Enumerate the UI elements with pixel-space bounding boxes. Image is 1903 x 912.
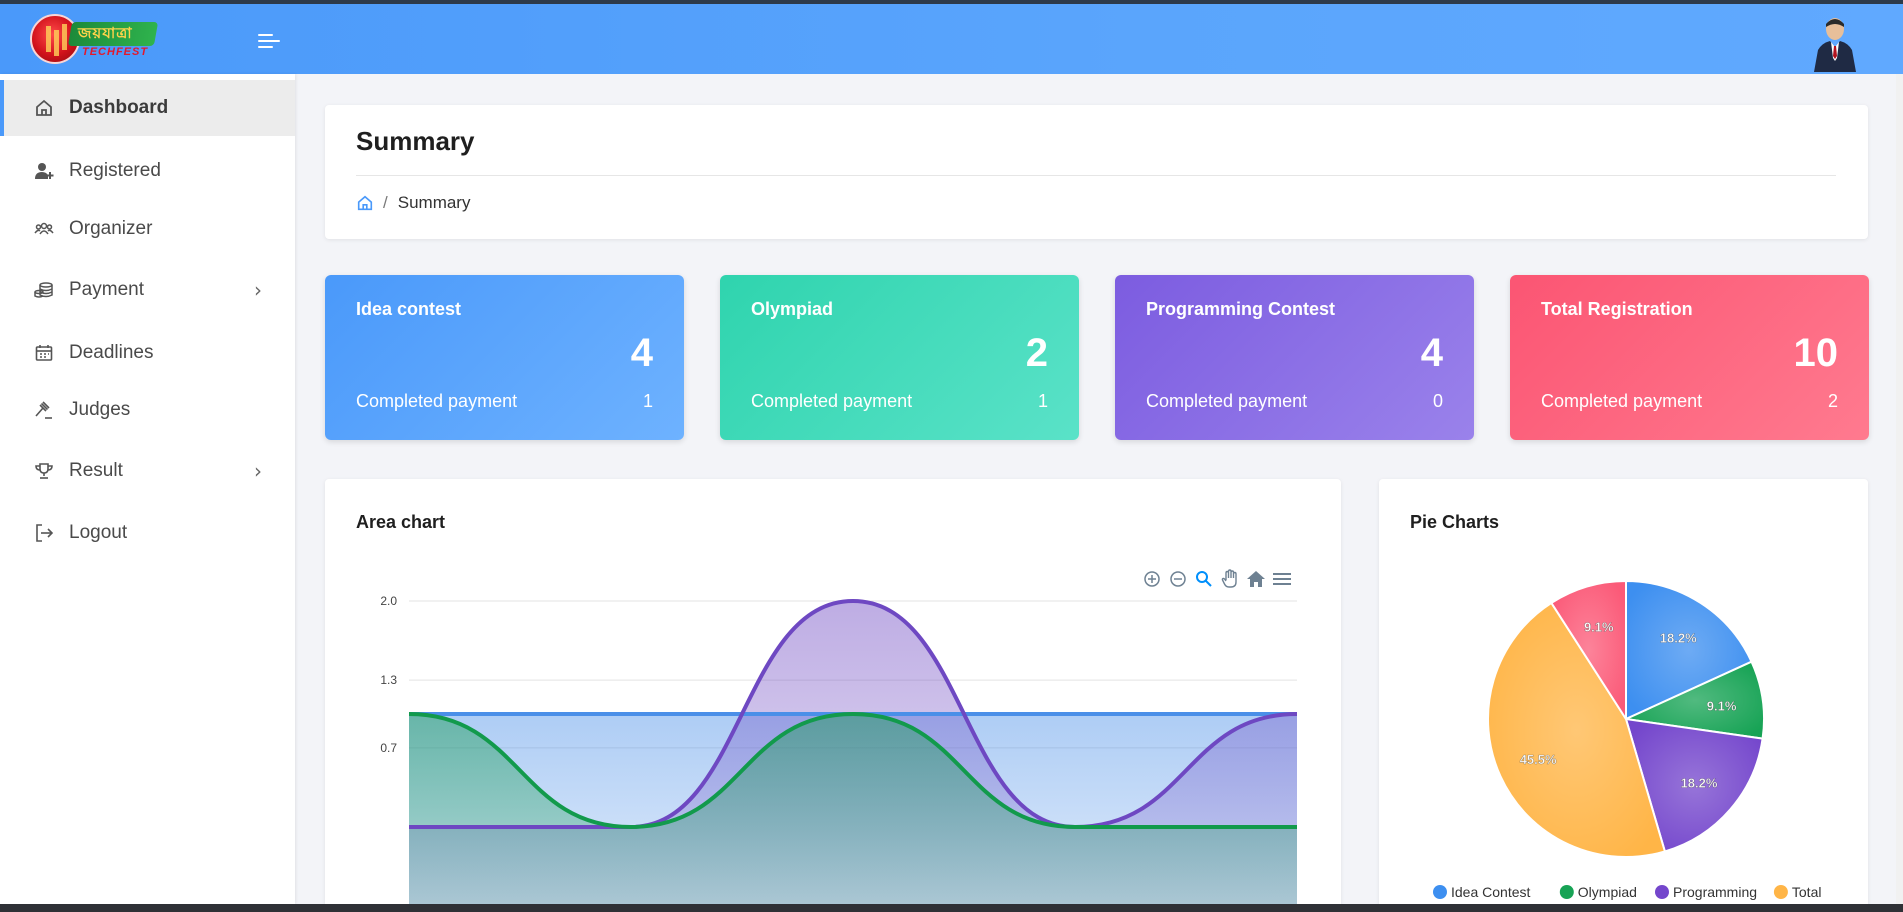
stat-card-total-registration[interactable]: Total Registration 10 Completed payment … [1510,275,1869,440]
sidebar-item-payment[interactable]: Payment › [0,262,295,318]
legend-label: Programming [1673,884,1757,900]
stat-count: 2 [1025,331,1048,375]
coins-icon [34,280,54,300]
pie-chart-card: Pie Charts 18.2% 9.1% 18.2% 45.5% 9.1% Idea C… [1379,479,1868,912]
page-title: Summary [356,126,475,156]
breadcrumb-current: Summary [397,193,471,212]
stat-card-programming-contest[interactable]: Programming Contest 4 Completed payment … [1115,275,1474,440]
sidebar-item-result[interactable]: Result › [0,443,295,499]
sidebar-item-label: Judges [69,399,131,420]
summary-header-card: Summary / Summary [325,105,1868,239]
chevron-right-icon: › [254,278,262,302]
menu-toggle-icon[interactable] [258,29,282,51]
sidebar-item-label: Organizer [69,218,153,239]
stat-title: Olympiad [751,299,834,319]
pie-chart: 18.2% 9.1% 18.2% 45.5% 9.1% Idea Contest Olymp… [1433,579,1822,900]
sidebar-item-label: Registered [69,160,161,181]
area-chart-card: Area chart 2.0 1.3 0.7 [325,479,1341,912]
legend-marker [1559,885,1574,899]
logout-icon [34,523,54,543]
stat-title: Idea contest [356,299,462,319]
stat-title: Total Registration [1541,299,1693,319]
logo-subtext: TECHFEST [82,46,149,58]
stat-count: 4 [1420,331,1443,375]
trophy-icon [34,461,54,481]
pie-data-label: 18.2% [1681,775,1718,790]
stat-card-idea-contest[interactable]: Idea contest 4 Completed payment 1 [325,275,684,440]
stat-count: 4 [630,331,653,375]
y-tick-label: 1.3 [380,673,397,687]
stat-payment-value: 2 [1827,391,1838,411]
sidebar-item-logout[interactable]: Logout [0,505,295,561]
stat-payment-value: 1 [1037,391,1048,411]
users-icon [34,219,54,239]
legend-label: Total [1792,884,1822,900]
stat-payment-label: Completed payment [356,391,518,411]
stat-count: 10 [1793,331,1839,375]
pie-data-label: 45.5% [1520,752,1557,767]
legend-marker [1773,885,1788,899]
stat-payment-label: Completed payment [751,391,913,411]
os-taskbar [0,904,1903,912]
stat-payment-value: 0 [1432,391,1443,411]
sidebar-item-registered[interactable]: Registered [0,143,295,199]
top-header: জয়যাত্রা TECHFEST [0,4,1903,74]
y-tick-label: 2.0 [380,594,397,608]
sidebar-item-label: Payment [69,279,144,300]
sidebar-item-label: Result [69,460,123,481]
stat-payment-value: 1 [642,391,653,411]
page-scrollbar[interactable] [1896,4,1903,904]
sidebar-item-label: Dashboard [69,97,169,118]
home-icon[interactable] [356,194,374,212]
user-plus-icon [34,161,54,181]
sidebar-item-deadlines[interactable]: Deadlines [0,325,295,381]
divider [356,175,1836,176]
sidebar-item-judges[interactable]: Judges [0,382,295,438]
legend-label: Olympiad [1578,884,1637,900]
chevron-right-icon: › [254,459,262,483]
legend-label: Idea Contest [1451,884,1530,900]
user-avatar[interactable] [1810,14,1860,72]
stat-card-olympiad[interactable]: Olympiad 2 Completed payment 1 [720,275,1079,440]
pie-data-label: 9.1% [1707,698,1737,713]
gavel-icon [34,400,54,420]
sidebar-item-label: Deadlines [69,342,154,363]
legend-marker [1433,885,1447,899]
stat-payment-label: Completed payment [1146,391,1308,411]
sidebar-item-label: Logout [69,522,128,543]
techfest-logo[interactable]: জয়যাত্রা TECHFEST [30,12,159,66]
sidebar: Dashboard Registered Organizer Payment ›… [0,74,295,904]
calendar-icon [34,343,54,363]
pie-data-label: 18.2% [1660,631,1697,646]
breadcrumb-separator: / [383,193,388,212]
legend-marker [1655,885,1669,899]
area-chart: 2.0 1.3 0.7 [380,594,1298,912]
pie-data-label: 9.1% [1584,619,1614,634]
y-tick-label: 0.7 [380,741,397,755]
home-icon [34,98,54,118]
stat-title: Programming Contest [1146,299,1336,319]
logo-text: জয়যাত্রা [78,24,133,42]
stat-payment-label: Completed payment [1541,391,1703,411]
breadcrumb: / Summary [356,193,470,213]
sidebar-item-dashboard[interactable]: Dashboard [0,80,295,136]
sidebar-item-organizer[interactable]: Organizer [0,201,295,257]
